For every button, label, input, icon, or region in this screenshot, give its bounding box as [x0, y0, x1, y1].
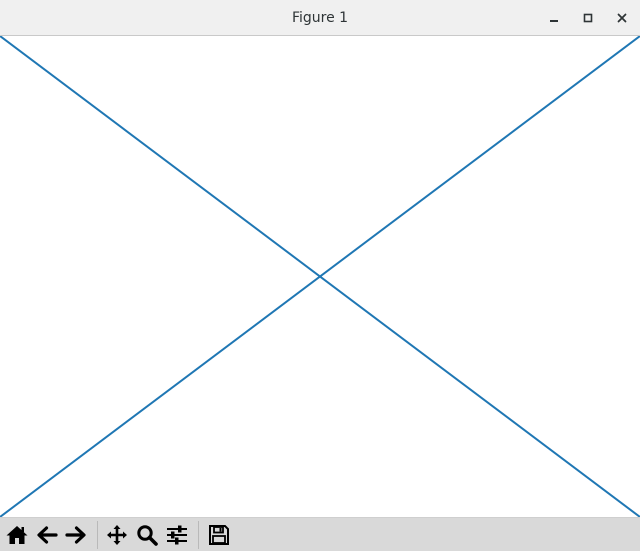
pan-icon	[107, 525, 127, 545]
configure-subplots-icon	[167, 525, 187, 545]
toolbar-separator	[198, 521, 199, 549]
plot-canvas[interactable]	[0, 36, 640, 517]
close-button[interactable]	[612, 8, 632, 28]
maximize-button[interactable]	[578, 8, 598, 28]
navigation-toolbar	[0, 517, 640, 551]
line-plot	[0, 36, 640, 517]
zoom-icon	[137, 525, 158, 546]
minimize-icon	[550, 20, 558, 22]
home-icon	[6, 526, 28, 544]
close-icon	[617, 13, 627, 23]
forward-button[interactable]	[63, 522, 89, 548]
maximize-icon	[583, 13, 593, 23]
back-arrow-icon	[37, 526, 58, 544]
minimize-button[interactable]	[544, 8, 564, 28]
save-icon	[209, 525, 229, 545]
configure-subplots-button[interactable]	[164, 522, 190, 548]
zoom-button[interactable]	[134, 522, 160, 548]
home-button[interactable]	[4, 522, 30, 548]
back-button[interactable]	[34, 522, 60, 548]
toolbar-separator	[97, 521, 98, 549]
pan-button[interactable]	[104, 522, 130, 548]
save-button[interactable]	[206, 522, 232, 548]
title-bar[interactable]: Figure 1	[0, 0, 640, 36]
forward-arrow-icon	[65, 526, 86, 544]
figure-window: Figure 1	[0, 0, 640, 551]
